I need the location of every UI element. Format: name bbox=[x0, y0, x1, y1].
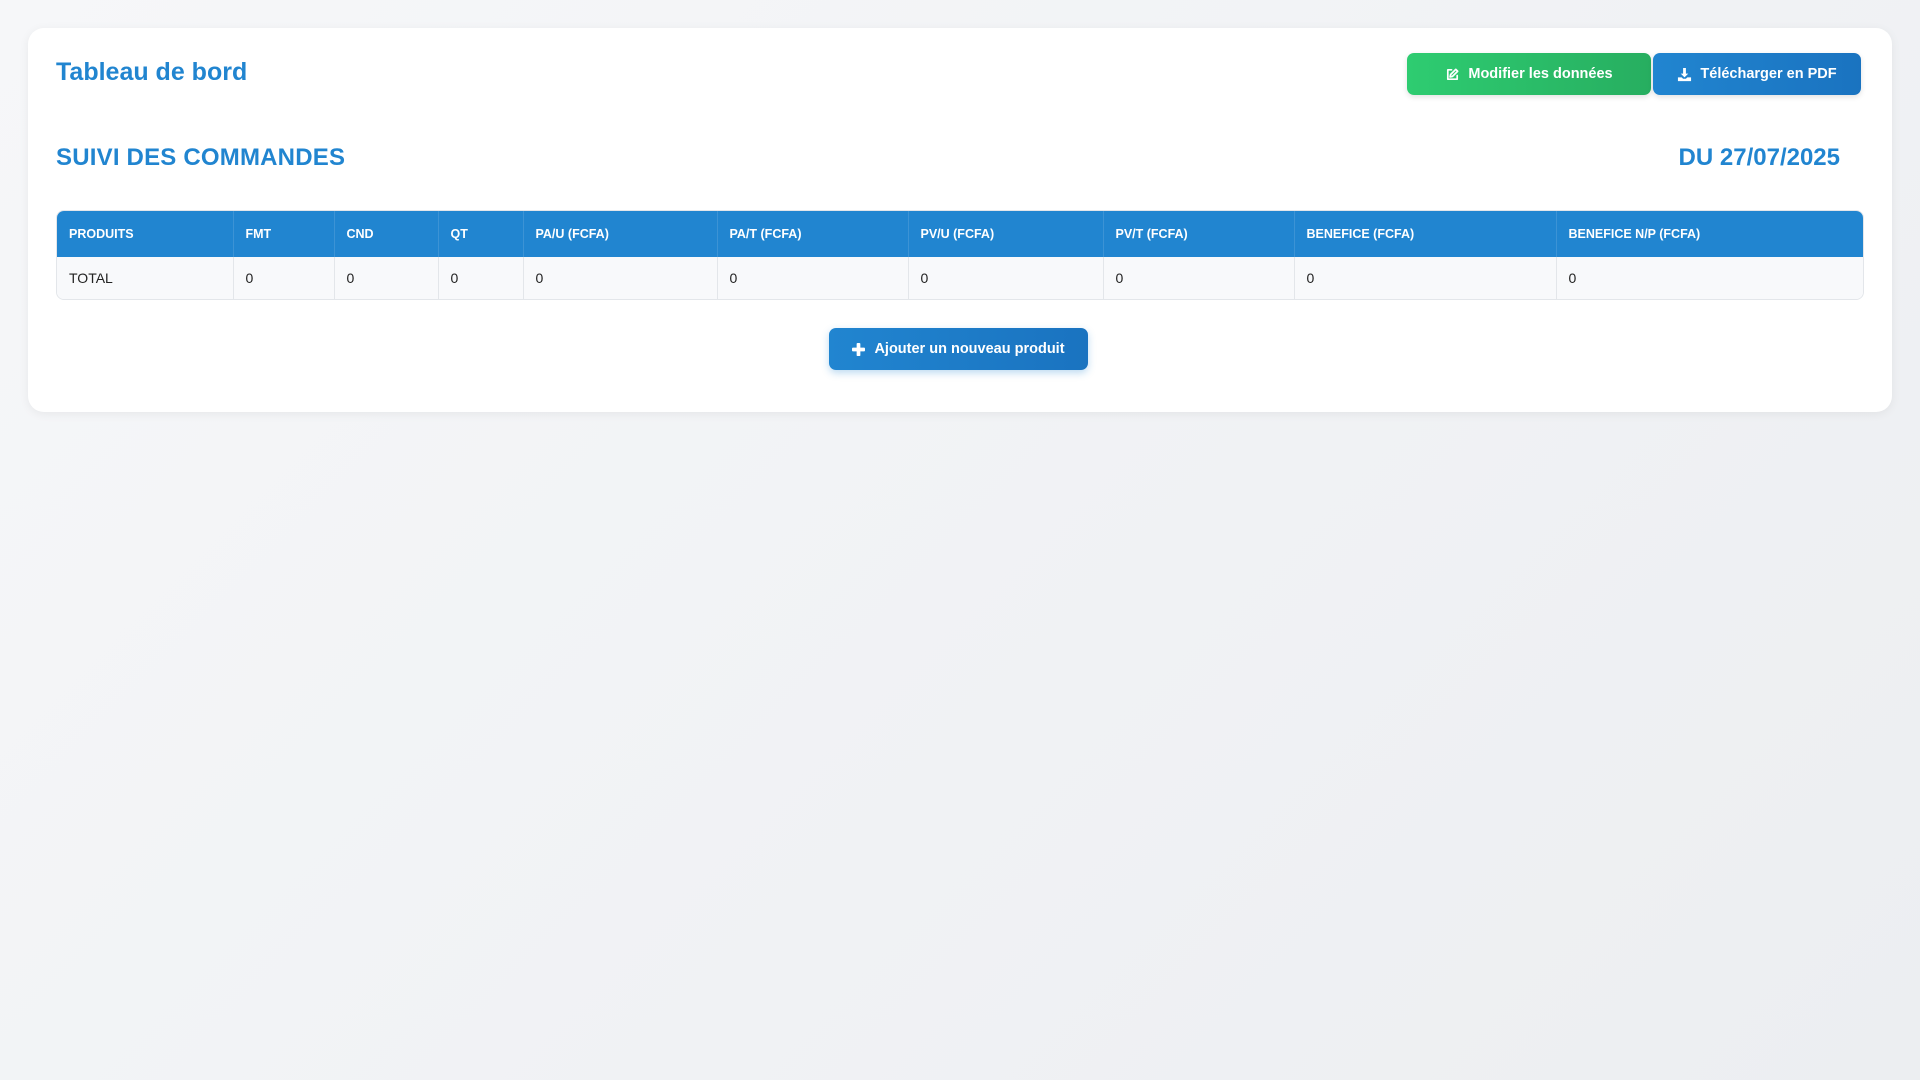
add-product-label: Ajouter un nouveau produit bbox=[874, 341, 1065, 357]
table-cell: 0 bbox=[438, 257, 524, 299]
download-pdf-button[interactable]: Télécharger en PDF bbox=[1653, 53, 1861, 95]
col-header: QT bbox=[438, 211, 524, 257]
col-header: PV/T (FCFA) bbox=[1103, 211, 1295, 257]
orders-table: PRODUITS FMT CND QT PA/U (FCFA) PA/T (FC… bbox=[56, 210, 1864, 300]
table-cell: 0 bbox=[1556, 257, 1863, 299]
col-header: PV/U (FCFA) bbox=[908, 211, 1104, 257]
col-header: PRODUITS bbox=[57, 211, 234, 257]
edit-data-label: Modifier les données bbox=[1468, 66, 1613, 82]
table-row-total: TOTAL 0 0 0 0 0 0 0 0 0 bbox=[57, 257, 1863, 299]
table-cell: 0 bbox=[523, 257, 718, 299]
edit-icon bbox=[1445, 67, 1460, 82]
col-header: FMT bbox=[233, 211, 335, 257]
col-header: CND bbox=[334, 211, 439, 257]
plus-icon bbox=[852, 342, 866, 356]
table-cell: 0 bbox=[233, 257, 335, 299]
table-header-row: PRODUITS FMT CND QT PA/U (FCFA) PA/T (FC… bbox=[57, 211, 1863, 257]
col-header: PA/U (FCFA) bbox=[523, 211, 718, 257]
add-product-button[interactable]: Ajouter un nouveau produit bbox=[829, 328, 1088, 370]
section-title: SUIVI DES COMMANDES bbox=[56, 144, 346, 171]
table-cell: 0 bbox=[1294, 257, 1557, 299]
col-header: PA/T (FCFA) bbox=[717, 211, 909, 257]
table-cell: 0 bbox=[334, 257, 439, 299]
dashboard-card: Tableau de bord Modifier les données Tél… bbox=[28, 28, 1892, 412]
edit-data-button[interactable]: Modifier les données bbox=[1407, 53, 1651, 95]
page-title: Tableau de bord bbox=[56, 58, 248, 86]
table-cell: TOTAL bbox=[57, 257, 234, 299]
table-cell: 0 bbox=[908, 257, 1104, 299]
download-pdf-label: Télécharger en PDF bbox=[1700, 66, 1837, 82]
section-date: DU 27/07/2025 bbox=[1678, 144, 1840, 171]
download-icon bbox=[1677, 67, 1692, 82]
col-header: BENEFICE N/P (FCFA) bbox=[1556, 211, 1863, 257]
table-cell: 0 bbox=[1103, 257, 1295, 299]
col-header: BENEFICE (FCFA) bbox=[1294, 211, 1557, 257]
table-cell: 0 bbox=[717, 257, 909, 299]
